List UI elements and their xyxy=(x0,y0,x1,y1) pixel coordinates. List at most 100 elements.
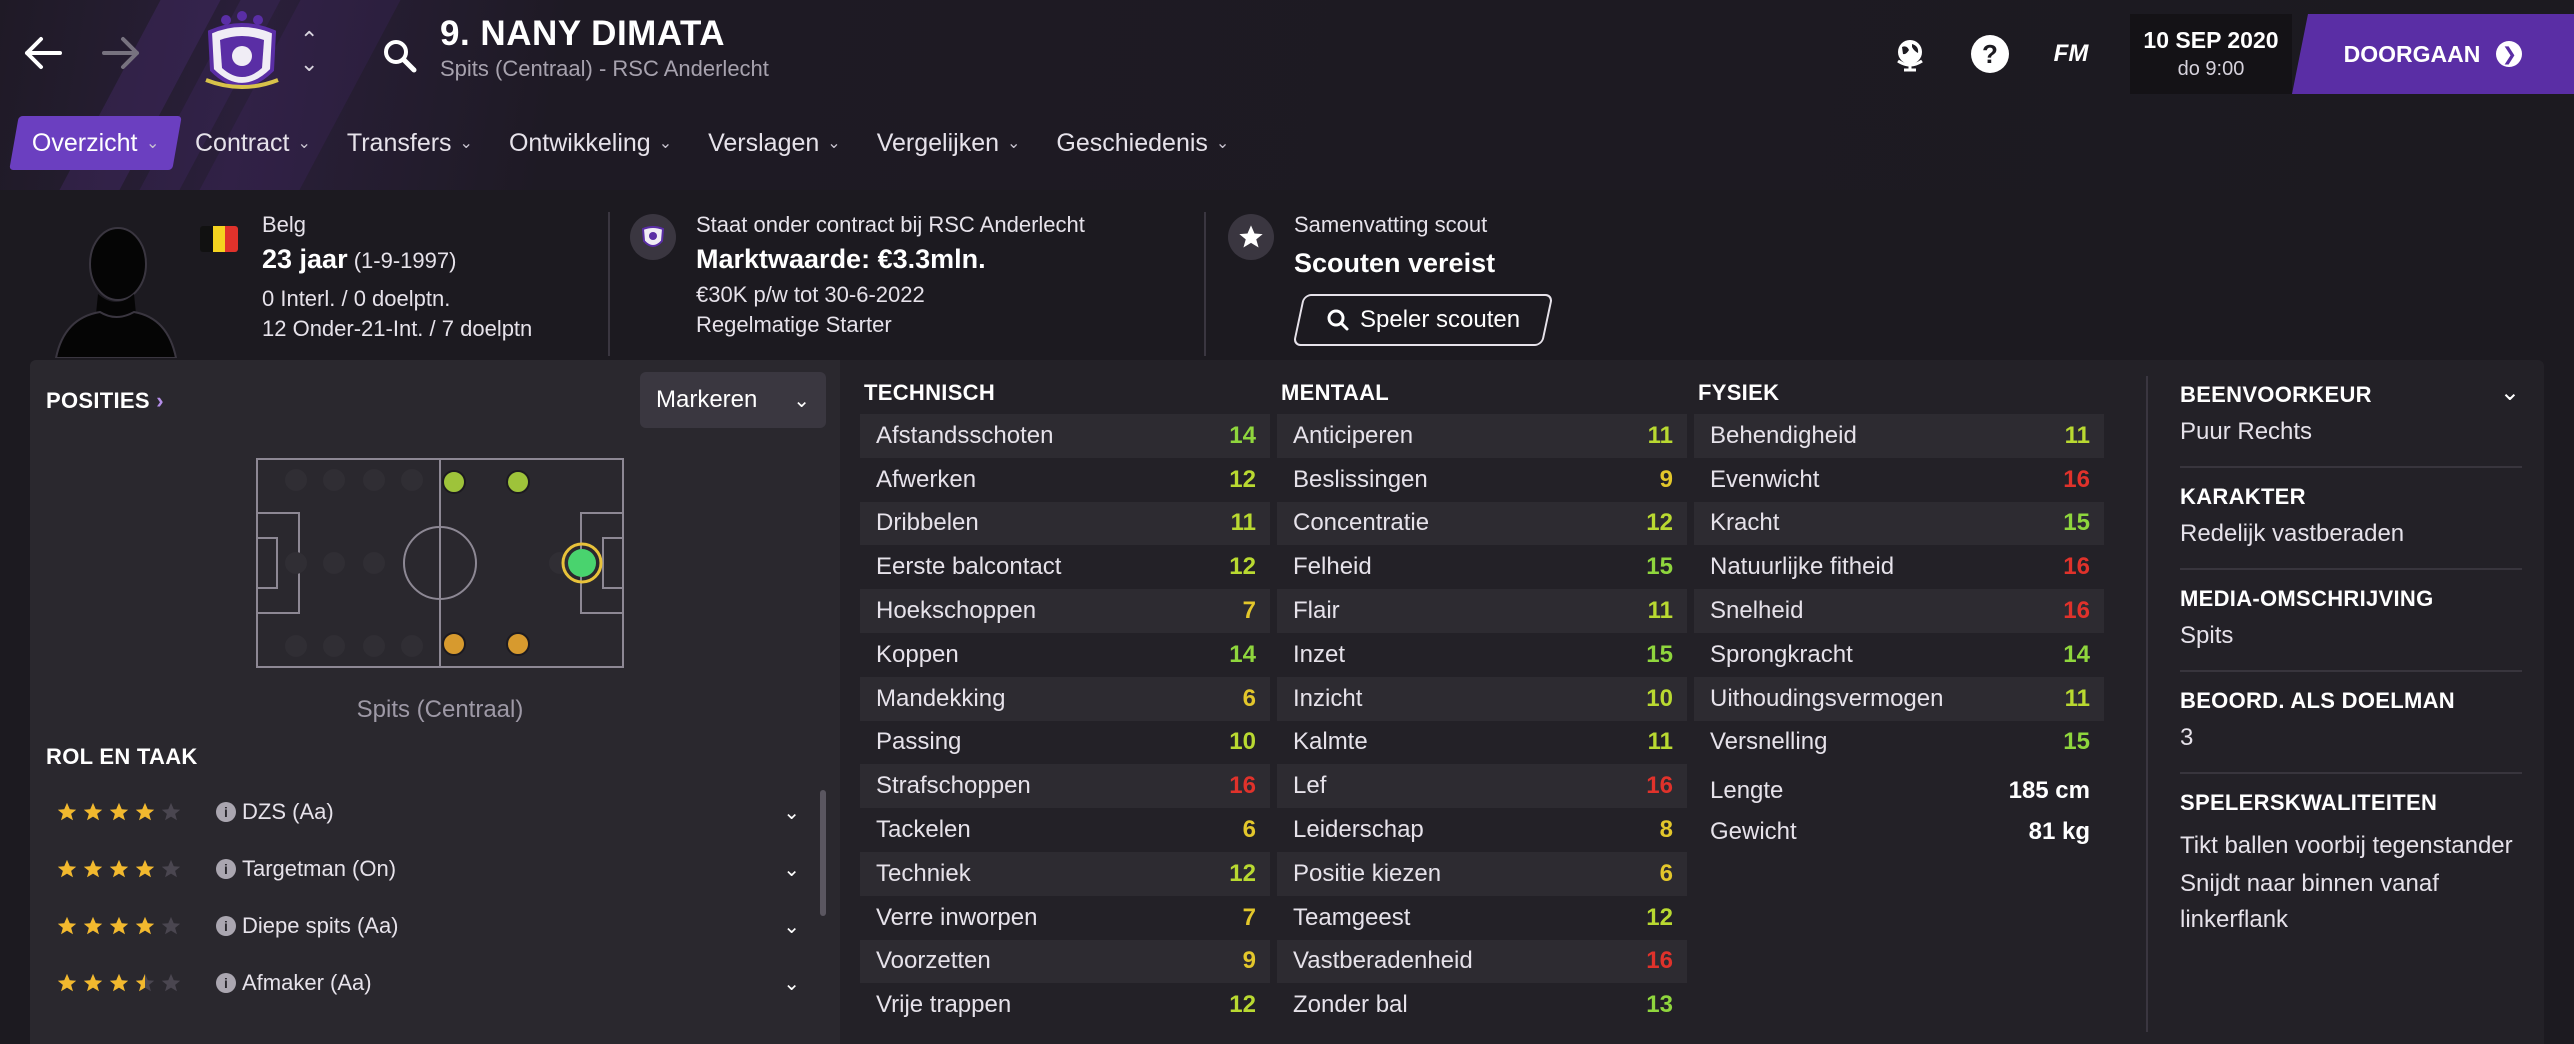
chevron-up-icon[interactable]: ⌃ xyxy=(300,28,318,52)
scout-player-button[interactable]: Speler scouten xyxy=(1292,294,1554,346)
tab-verslagen[interactable]: Verslagen ⌄ xyxy=(690,116,859,170)
technical-attribute-row[interactable]: Voorzetten 9 xyxy=(860,939,1270,984)
chevron-down-icon: ⌄ xyxy=(459,135,473,152)
physical-attribute-row[interactable]: Kracht 15 xyxy=(1694,501,2104,546)
technical-attribute-row[interactable]: Dribbelen 11 xyxy=(860,501,1270,546)
player-switch-arrows[interactable]: ⌃ ⌄ xyxy=(300,28,318,76)
attribute-label: Techniek xyxy=(876,859,971,887)
mental-attribute-row[interactable]: Inzet 15 xyxy=(1277,633,1687,677)
attribute-value: 16 xyxy=(1646,772,1673,800)
technical-attribute-row[interactable]: Afwerken 12 xyxy=(860,458,1270,502)
info-icon[interactable]: i xyxy=(216,802,236,822)
continue-button[interactable]: DOORGAAN ❯ xyxy=(2292,14,2574,94)
club-crest-icon[interactable] xyxy=(196,10,288,98)
attribute-value: 12 xyxy=(1229,859,1256,887)
info-icon[interactable]: i xyxy=(216,973,236,993)
tab-geschiedenis[interactable]: Geschiedenis ⌄ xyxy=(1038,116,1247,170)
chevron-down-icon[interactable]: ⌄ xyxy=(783,971,800,996)
world-button[interactable] xyxy=(1888,32,1932,76)
star-icon xyxy=(109,916,129,935)
technical-title: TECHNISCH xyxy=(864,380,996,405)
physical-attribute-row[interactable]: Behendigheid 11 xyxy=(1694,414,2104,458)
tab-contract[interactable]: Contract ⌄ xyxy=(177,116,329,170)
mental-attribute-row[interactable]: Concentratie 12 xyxy=(1277,501,1687,546)
technical-attribute-row[interactable]: Passing 10 xyxy=(860,721,1270,765)
technical-attribute-row[interactable]: Vrije trappen 12 xyxy=(860,983,1270,1027)
physical-attribute-row[interactable]: Sprongkracht 14 xyxy=(1694,633,2104,677)
attribute-label: Flair xyxy=(1293,597,1340,625)
technical-attribute-row[interactable]: Mandekking 6 xyxy=(860,676,1270,721)
positions-heading[interactable]: POSITIES › xyxy=(46,388,164,414)
mental-attribute-row[interactable]: Kalmte 11 xyxy=(1277,721,1687,765)
role-row[interactable]: i Targetman (On) ⌄ xyxy=(56,841,816,897)
technical-attribute-row[interactable]: Eerste balcontact 12 xyxy=(860,545,1270,589)
mental-attribute-row[interactable]: Lef 16 xyxy=(1277,764,1687,809)
role-row[interactable]: i Afmaker (Aa) ⌄ xyxy=(56,955,816,1011)
info-icon[interactable]: i xyxy=(216,859,236,879)
mental-attribute-row[interactable]: Flair 11 xyxy=(1277,589,1687,633)
physical-attribute-row[interactable]: Evenwicht 16 xyxy=(1694,458,2104,502)
attribute-value: 9 xyxy=(1242,947,1256,975)
chevron-right-icon: ❯ xyxy=(2496,41,2523,67)
role-row[interactable]: i Diepe spits (Aa) ⌄ xyxy=(56,898,816,954)
info-icon[interactable]: i xyxy=(216,916,236,936)
mental-attribute-row[interactable]: Inzicht 10 xyxy=(1277,676,1687,721)
physical-attribute-row[interactable]: Versnelling 15 xyxy=(1694,721,2104,765)
star-icon xyxy=(109,802,129,821)
back-button[interactable] xyxy=(18,28,68,78)
physical-attribute-row[interactable]: Snelheid 16 xyxy=(1694,589,2104,633)
attribute-label: Afwerken xyxy=(876,465,977,493)
tab-vergelijken[interactable]: Vergelijken ⌄ xyxy=(859,116,1039,170)
mental-attribute-row[interactable]: Anticiperen 11 xyxy=(1277,414,1687,458)
technical-attribute-row[interactable]: Afstandsschoten 14 xyxy=(860,414,1270,458)
mental-attribute-row[interactable]: Leiderschap 8 xyxy=(1277,808,1687,852)
chevron-down-icon[interactable]: ⌄ xyxy=(2500,378,2520,407)
belgium-flag-icon xyxy=(200,226,238,252)
club-crest-icon xyxy=(630,214,676,260)
tab-overzicht[interactable]: Overzicht ⌄ xyxy=(9,116,182,170)
attribute-value: 16 xyxy=(2063,553,2090,581)
mark-dropdown[interactable]: Markeren ⌄ xyxy=(640,372,826,428)
chevron-down-icon[interactable]: ⌄ xyxy=(783,914,800,939)
attribute-value: 7 xyxy=(1242,903,1256,931)
mental-attribute-row[interactable]: Teamgeest 12 xyxy=(1277,896,1687,940)
physical-attribute-row[interactable]: Natuurlijke fitheid 16 xyxy=(1694,545,2104,589)
mental-attribute-row[interactable]: Beslissingen 9 xyxy=(1277,458,1687,502)
technical-attribute-row[interactable]: Koppen 14 xyxy=(860,633,1270,677)
role-row[interactable]: i DZS (Aa) ⌄ xyxy=(56,784,816,840)
forward-button[interactable] xyxy=(96,28,146,78)
mental-attribute-row[interactable]: Positie kiezen 6 xyxy=(1277,851,1687,896)
attribute-value: 11 xyxy=(1647,728,1673,756)
chevron-down-icon: ⌄ xyxy=(297,135,311,152)
chevron-down-icon: ⌄ xyxy=(1007,135,1021,152)
preferred-foot-block: BEENVOORKEUR Puur Rechts ⌄ xyxy=(2180,379,2522,450)
star-icon xyxy=(83,802,103,821)
tab-transfers[interactable]: Transfers ⌄ xyxy=(329,116,491,170)
technical-attribute-row[interactable]: Techniek 12 xyxy=(860,851,1270,896)
attribute-label: Anticiperen xyxy=(1293,421,1414,449)
role-stars xyxy=(56,972,216,994)
roles-scrollbar[interactable] xyxy=(820,790,826,916)
mental-attribute-row[interactable]: Zonder bal 13 xyxy=(1277,983,1687,1027)
search-icon[interactable] xyxy=(380,36,420,76)
attribute-value: 13 xyxy=(1646,991,1673,1019)
technical-attribute-row[interactable]: Strafschoppen 16 xyxy=(860,764,1270,809)
help-button[interactable]: ? xyxy=(1968,32,2012,76)
tab-ontwikkeling[interactable]: Ontwikkeling ⌄ xyxy=(491,116,690,170)
chevron-down-icon[interactable]: ⌄ xyxy=(783,857,800,882)
physical-attribute-row[interactable]: Uithoudingsvermogen 11 xyxy=(1694,676,2104,721)
mental-attribute-row[interactable]: Felheid 15 xyxy=(1277,545,1687,589)
technical-attribute-row[interactable]: Verre inworpen 7 xyxy=(860,896,1270,940)
chevron-down-icon[interactable]: ⌄ xyxy=(783,800,800,825)
technical-attribute-row[interactable]: Tackelen 6 xyxy=(860,808,1270,852)
attribute-label: Mandekking xyxy=(876,684,1006,712)
fm-menu-button[interactable]: FM xyxy=(2046,32,2096,76)
mental-attribute-row[interactable]: Vastberadenheid 16 xyxy=(1277,939,1687,984)
birthdate: (1-9-1997) xyxy=(353,248,457,273)
attribute-value: 10 xyxy=(1646,684,1673,712)
chevron-down-icon[interactable]: ⌄ xyxy=(300,52,318,76)
technical-attribute-row[interactable]: Hoekschoppen 7 xyxy=(860,589,1270,633)
technical-list: Afstandsschoten 14 Afwerken 12 Dribbelen 11 Ee… xyxy=(860,414,1270,1027)
tab-label: Contract xyxy=(195,128,290,157)
attribute-label: Snelheid xyxy=(1710,597,1804,625)
